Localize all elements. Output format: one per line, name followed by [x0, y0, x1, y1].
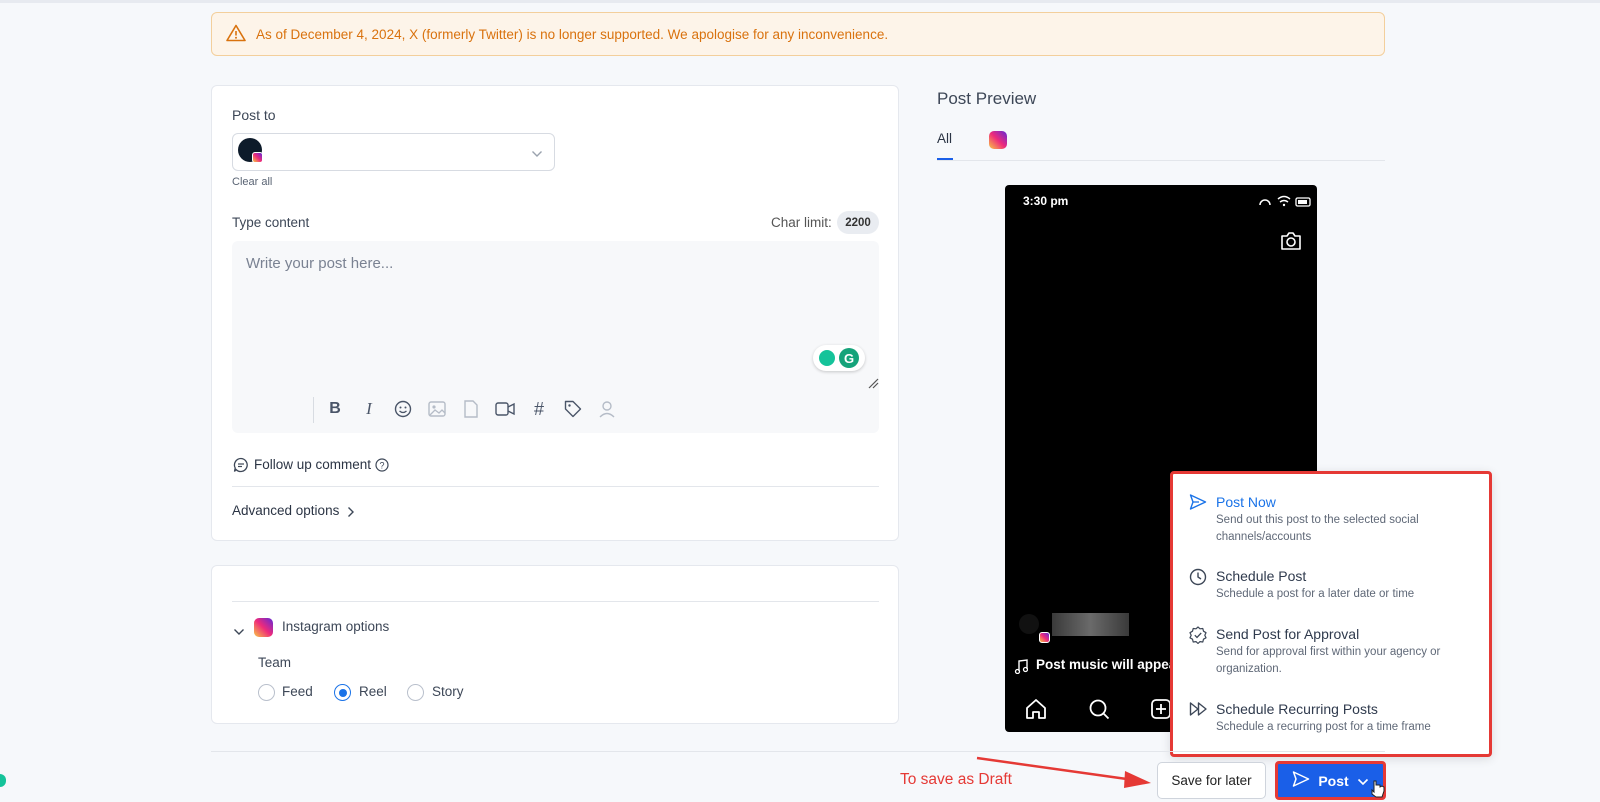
clear-all-link[interactable]: Clear all — [232, 176, 272, 188]
section-divider — [232, 486, 879, 487]
post-button-label: Post — [1318, 772, 1349, 789]
tab-instagram-icon[interactable] — [989, 131, 1007, 149]
post-now-title: Post Now — [1216, 494, 1276, 510]
video-icon[interactable] — [494, 398, 516, 420]
send-for-approval-title: Send Post for Approval — [1216, 626, 1360, 642]
toolbar-divider — [313, 397, 314, 423]
banner-text: As of December 4, 2024, X (formerly Twit… — [256, 26, 889, 42]
type-content-label: Type content — [232, 215, 310, 230]
radio-reel-label: Reel — [359, 684, 387, 699]
schedule-post-title: Schedule Post — [1216, 568, 1307, 584]
warning-icon — [226, 24, 246, 45]
music-text: Post music will appear — [1036, 657, 1170, 672]
radio-reel[interactable] — [334, 684, 351, 701]
team-label: Team — [258, 655, 292, 670]
post-button[interactable]: Post — [1275, 761, 1386, 800]
schedule-recurring-option[interactable]: Schedule Recurring Posts Schedule a recu… — [1173, 687, 1489, 747]
chevron-down-icon[interactable] — [233, 623, 245, 641]
instagram-badge-icon — [252, 152, 263, 163]
send-icon — [1292, 770, 1310, 791]
top-divider — [0, 0, 1600, 3]
resize-handle-icon[interactable] — [867, 376, 879, 394]
grammarly-icon: G — [839, 348, 859, 368]
annotation-arrow-icon — [975, 756, 1157, 793]
emoji-icon[interactable] — [392, 398, 414, 420]
phone-time: 3:30 pm — [1023, 194, 1069, 208]
music-icon — [1014, 659, 1029, 679]
radio-story[interactable] — [407, 684, 424, 701]
post-preview-title: Post Preview — [937, 89, 1037, 108]
deprecation-banner: As of December 4, 2024, X (formerly Twit… — [211, 12, 1385, 56]
hashtag-icon[interactable]: # — [528, 398, 550, 420]
preview-avatar — [1019, 614, 1039, 634]
preview-tabs-divider — [937, 160, 1385, 161]
options-divider — [232, 601, 879, 602]
schedule-recurring-title: Schedule Recurring Posts — [1216, 701, 1378, 717]
chevron-down-icon[interactable] — [1357, 773, 1369, 789]
italic-icon[interactable]: I — [358, 398, 380, 420]
tab-all[interactable]: All — [937, 131, 952, 146]
lightbulb-icon — [819, 350, 835, 366]
chevron-down-icon[interactable] — [531, 145, 543, 163]
radio-story-label: Story — [432, 684, 464, 699]
side-widget-tab[interactable] — [0, 774, 6, 787]
chevron-right-icon[interactable] — [347, 505, 355, 523]
radio-feed[interactable] — [258, 684, 275, 701]
post-now-desc: Send out this post to the selected socia… — [1216, 514, 1419, 543]
home-icon — [1025, 698, 1047, 725]
grammarly-widget[interactable]: G — [813, 345, 865, 371]
send-icon — [1189, 493, 1207, 516]
help-icon[interactable]: ? — [375, 458, 389, 477]
advanced-options-toggle[interactable]: Advanced options — [232, 503, 339, 518]
clock-icon — [1189, 568, 1207, 591]
send-for-approval-option[interactable]: Send Post for Approval Send for approval… — [1173, 612, 1489, 686]
post-now-option[interactable]: Post Now Send out this post to the selec… — [1173, 474, 1489, 550]
post-content-placeholder: Write your post here... — [246, 255, 394, 272]
recurring-icon — [1189, 701, 1209, 722]
search-icon — [1088, 698, 1110, 725]
follow-up-comment-toggle[interactable]: Follow up comment — [254, 457, 371, 472]
post-options-dropdown: Post Now Send out this post to the selec… — [1170, 471, 1492, 757]
account-select[interactable] — [232, 133, 555, 171]
footer-divider — [211, 751, 1385, 752]
save-for-later-button[interactable]: Save for later — [1157, 762, 1266, 799]
comment-icon — [233, 457, 249, 478]
instagram-options-card — [211, 565, 899, 724]
schedule-post-desc: Schedule a post for a later date or time — [1216, 588, 1415, 600]
svg-text:?: ? — [379, 461, 384, 471]
post-to-label: Post to — [232, 107, 276, 123]
status-icons — [1258, 194, 1314, 212]
instagram-options-title[interactable]: Instagram options — [282, 619, 389, 634]
badge-check-icon — [1189, 626, 1207, 649]
schedule-recurring-desc: Schedule a recurring post for a time fra… — [1216, 721, 1431, 733]
username-redacted — [1052, 613, 1129, 636]
cursor-icon — [1371, 780, 1385, 802]
instagram-icon — [254, 618, 273, 637]
schedule-post-option[interactable]: Schedule Post Schedule a post for a late… — [1173, 554, 1489, 610]
location-user-icon[interactable] — [596, 398, 618, 420]
image-icon[interactable] — [426, 398, 448, 420]
bold-icon[interactable]: B — [324, 398, 346, 420]
char-limit-label: Char limit: — [771, 215, 832, 230]
char-limit-badge: 2200 — [837, 211, 879, 234]
instagram-badge-icon — [1039, 632, 1050, 643]
tag-icon[interactable] — [562, 398, 584, 420]
add-post-icon — [1150, 698, 1172, 725]
camera-icon — [1280, 232, 1302, 255]
document-icon[interactable] — [460, 398, 482, 420]
send-for-approval-desc: Send for approval first within your agen… — [1216, 646, 1441, 675]
radio-feed-label: Feed — [282, 684, 313, 699]
